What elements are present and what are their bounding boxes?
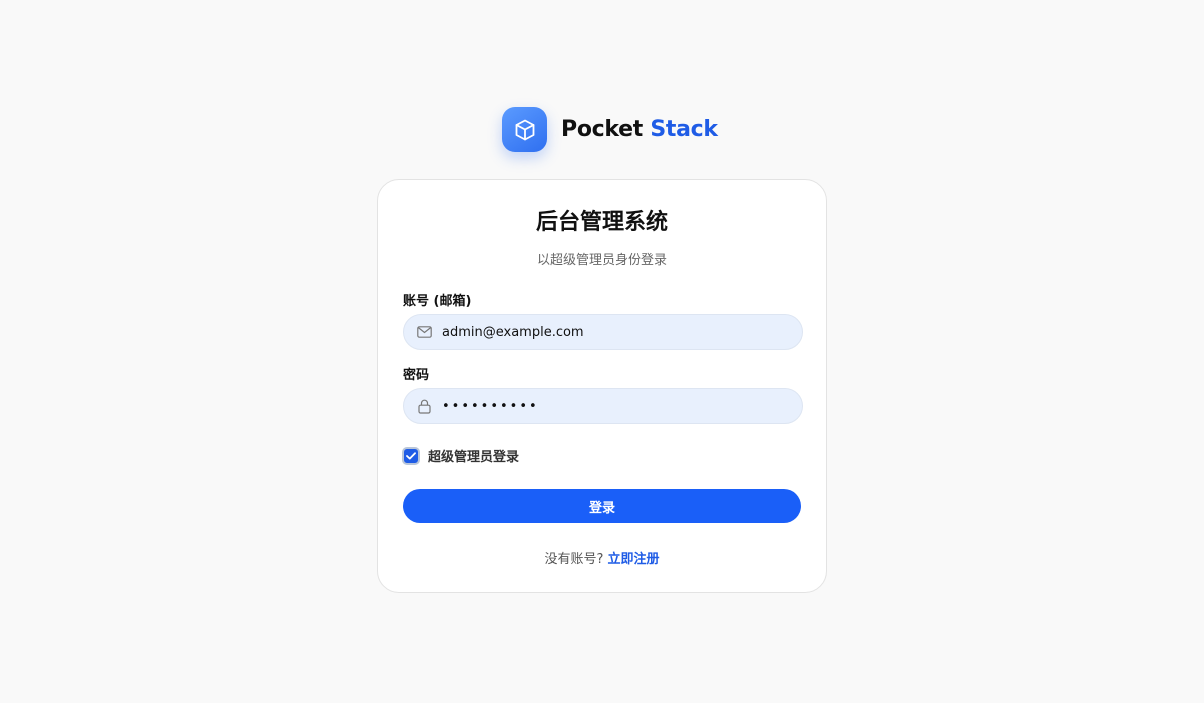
email-field-container[interactable] — [403, 314, 803, 350]
register-link[interactable]: 立即注册 — [608, 552, 660, 567]
brand-name-part1: Pocket — [561, 117, 643, 142]
register-prompt: 没有账号? 立即注册 — [378, 548, 826, 567]
email-label: 账号 (邮箱) — [403, 294, 472, 309]
brand-name: Pocket Stack — [561, 117, 718, 142]
superadmin-checkbox-row[interactable]: 超级管理员登录 — [402, 446, 519, 465]
password-input[interactable] — [442, 398, 782, 414]
page-subtitle: 以超级管理员身份登录 — [536, 253, 667, 268]
password-label: 密码 — [403, 368, 430, 383]
register-prompt-text: 没有账号? — [544, 552, 604, 567]
email-input[interactable] — [442, 324, 782, 340]
page-title: 后台管理系统 — [535, 210, 668, 235]
superadmin-checkbox[interactable] — [402, 446, 420, 465]
superadmin-checkbox-label[interactable]: 超级管理员登录 — [428, 446, 519, 465]
lock-icon — [416, 398, 432, 414]
password-field-container[interactable] — [403, 388, 803, 424]
login-card: 后台管理系统 以超级管理员身份登录 账号 (邮箱) 密码 超级管理员登录 登录 — [377, 179, 827, 593]
check-icon — [406, 451, 416, 459]
brand-header: Pocket Stack — [502, 107, 718, 152]
brand-name-part2: Stack — [650, 117, 718, 142]
login-button[interactable]: 登录 — [403, 489, 801, 523]
mail-icon — [416, 324, 432, 340]
cube-icon — [502, 107, 547, 152]
